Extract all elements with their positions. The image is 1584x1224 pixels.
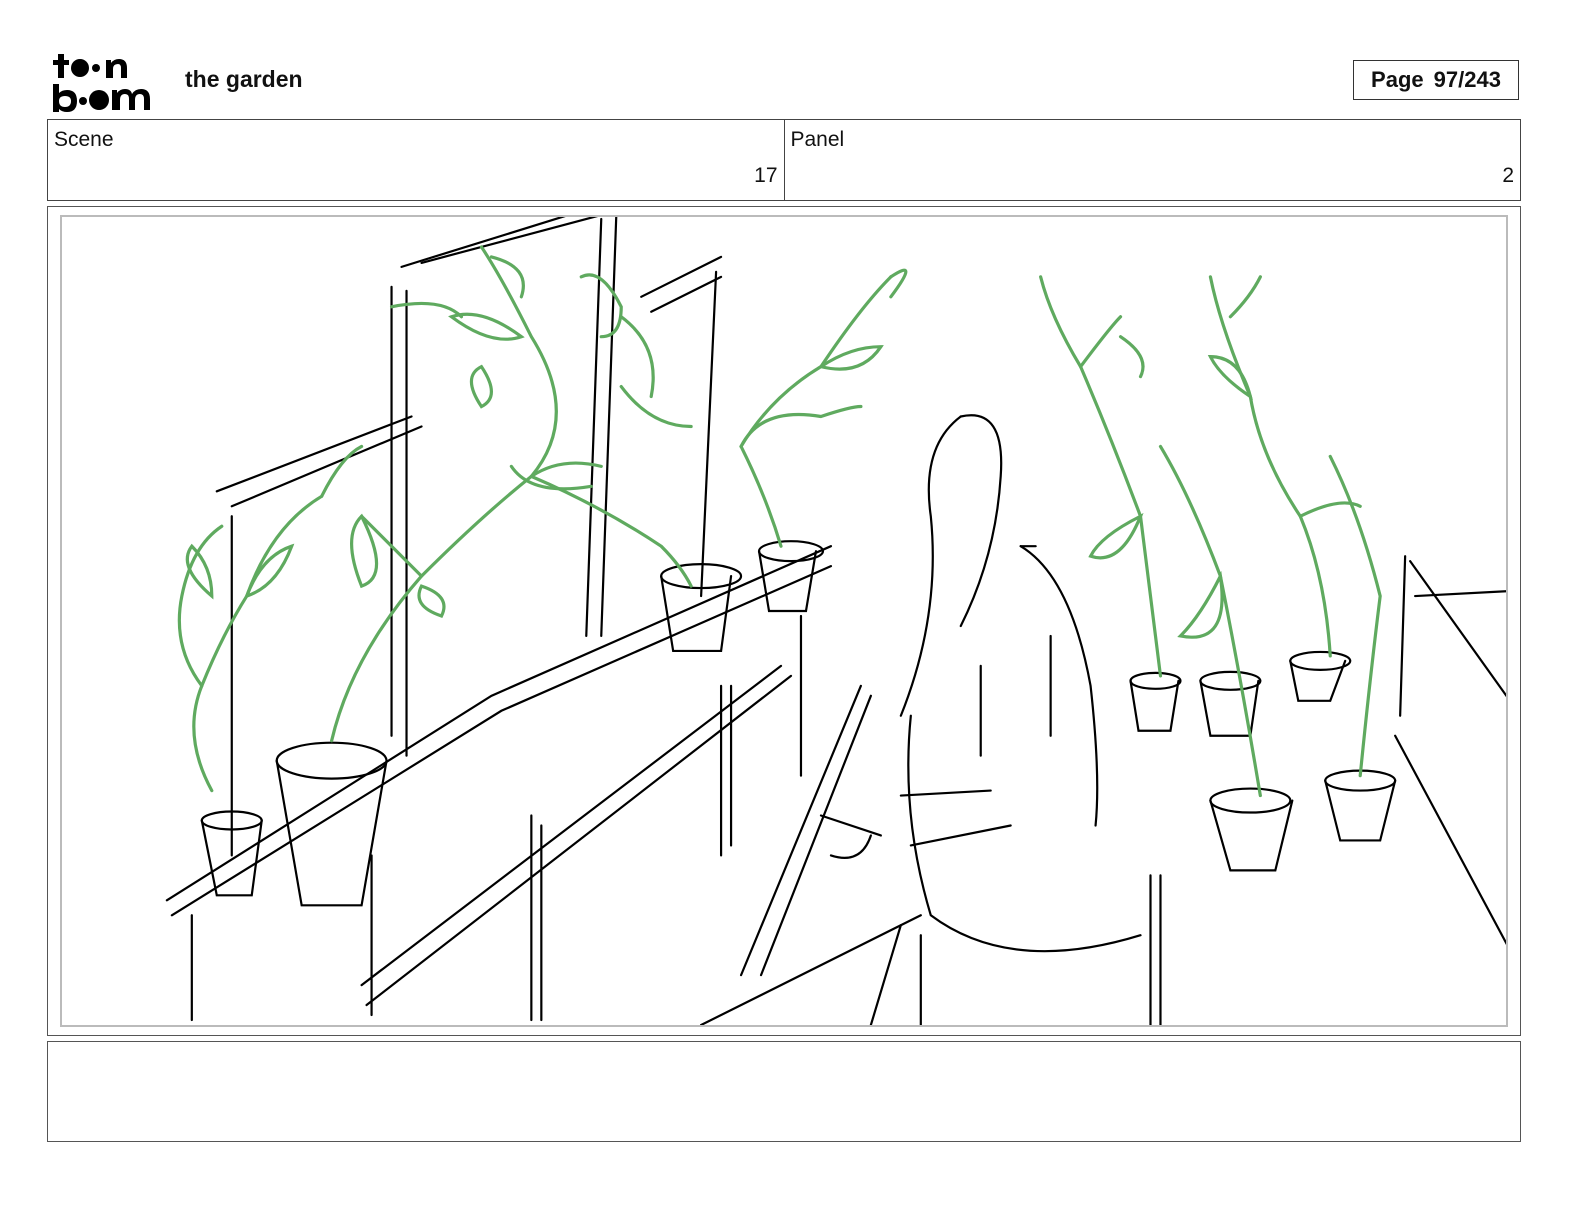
panel-cell: Panel 2 (783, 120, 1521, 200)
storyboard-frame (47, 206, 1521, 1036)
scene-value: 17 (754, 164, 778, 187)
panel-image-area (60, 215, 1508, 1027)
panel-value: 2 (1502, 164, 1514, 187)
page-indicator: Page 97/243 (1353, 60, 1519, 100)
info-row: Scene 17 Panel 2 (47, 119, 1521, 201)
notes-box (47, 1041, 1521, 1142)
toonboom-logo (52, 52, 164, 112)
project-title: the garden (185, 66, 303, 92)
scene-cell: Scene 17 (48, 120, 784, 200)
page-value: 97/243 (1433, 67, 1501, 92)
panel-label: Panel (790, 128, 845, 151)
storyboard-sketch (165, 217, 1506, 1025)
scene-label: Scene (54, 128, 114, 151)
page-label: Page (1371, 67, 1424, 92)
